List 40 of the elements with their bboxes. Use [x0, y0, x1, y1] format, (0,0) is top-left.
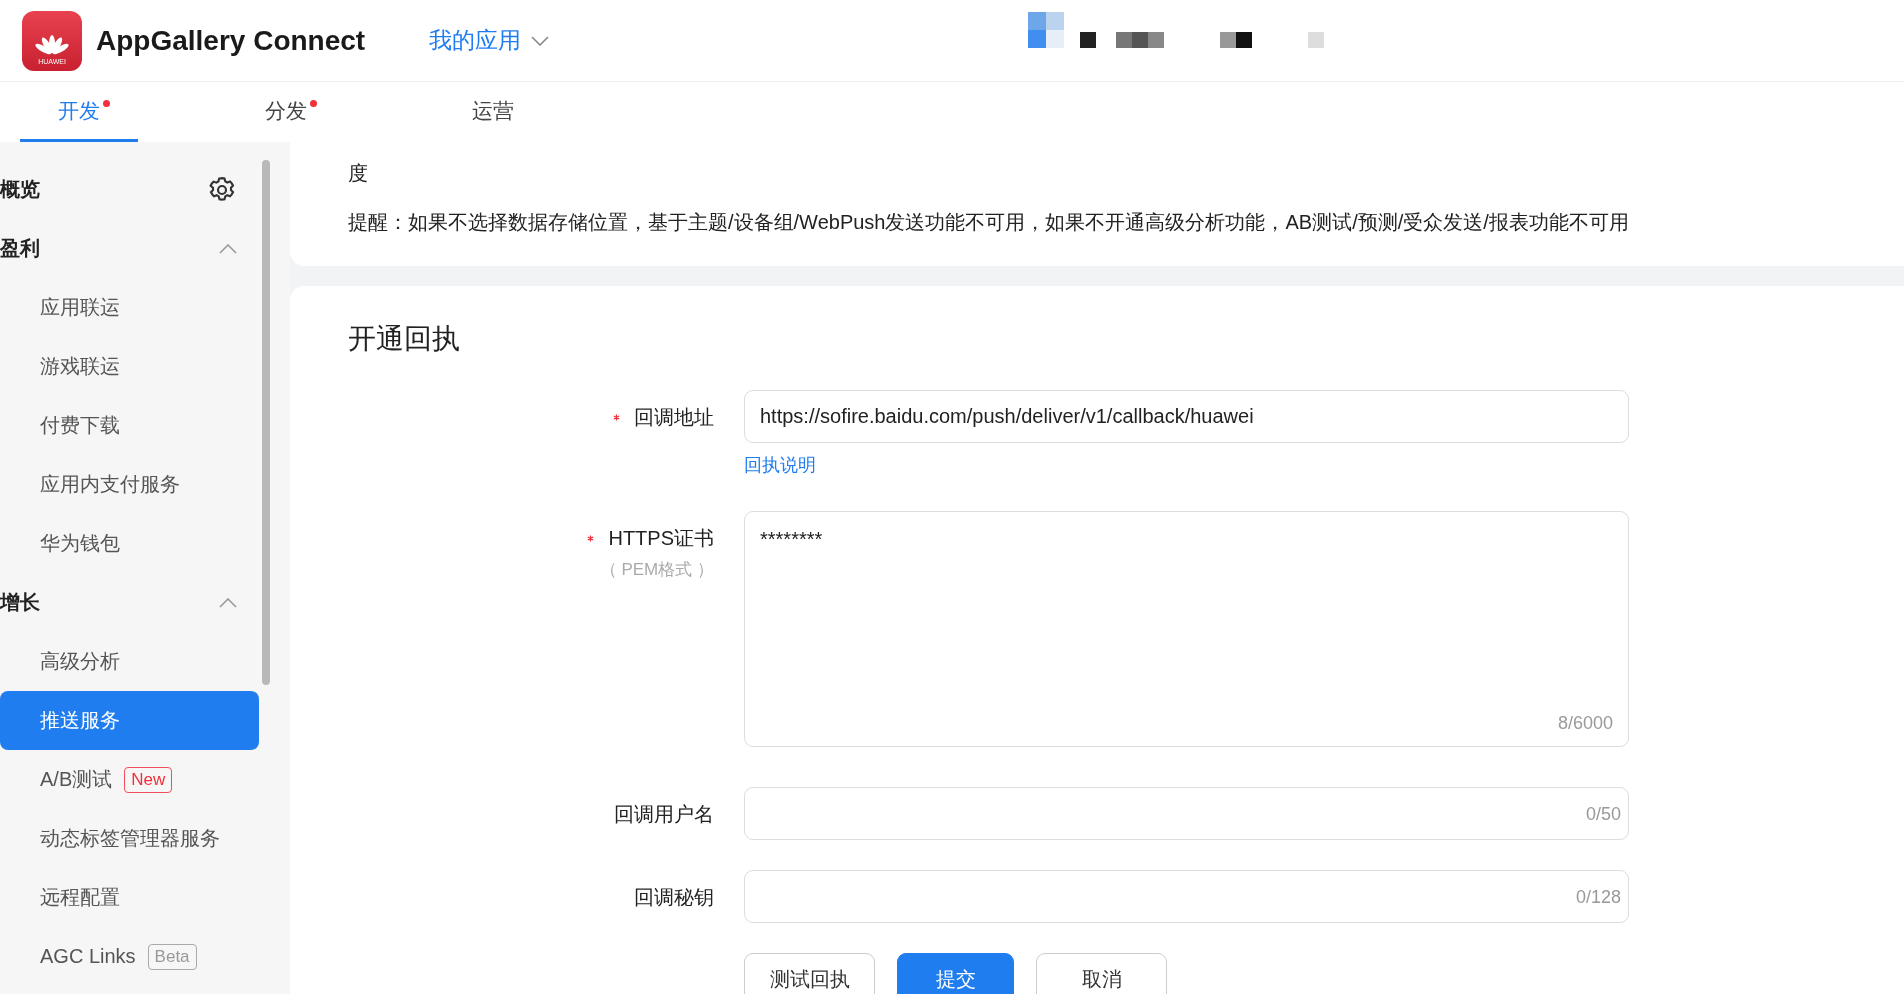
help-link[interactable]: 回执说明 — [744, 453, 816, 477]
sidebar-item[interactable]: 游戏联运 — [0, 337, 259, 396]
reminder-text: 提醒：如果不选择数据存储位置，基于主题/设备组/WebPush发送功能不可用，如果不开通高级分析功能，AB测试/预测/受众发送/报表功能不可用 — [348, 210, 1630, 235]
sidebar-item[interactable]: 应用联运 — [0, 278, 259, 337]
beta-badge: Beta — [147, 943, 197, 970]
sidebar-item[interactable]: 应用内支付服务 — [0, 455, 259, 514]
caret-icon — [531, 35, 550, 46]
sidebar-item[interactable]: 推送服务 — [0, 691, 259, 750]
sidebar-group[interactable]: 增长 — [0, 573, 259, 632]
field-label: 回调地址 — [634, 405, 714, 430]
field-label: 回调用户名 — [614, 802, 714, 827]
field-label: 回调秘钥 — [634, 885, 714, 910]
app-title: AppGallery Connect — [96, 24, 366, 57]
app-menu[interactable]: 我的应用 — [429, 25, 550, 56]
input-field[interactable]: https://sofire.baidu.com/push/deliver/v1/callback/huawei — [744, 390, 1629, 443]
sidebar-group[interactable]: 盈利 — [0, 219, 259, 278]
sidebar-item[interactable]: A/B测试 New — [0, 750, 259, 809]
sidebar-item[interactable]: 华为钱包 — [0, 514, 259, 573]
sidebar-item[interactable]: 动态标签管理器服务 — [0, 809, 259, 868]
action-button[interactable]: 测试回执 — [744, 953, 875, 994]
required-icon — [613, 414, 620, 421]
scrollbar[interactable] — [262, 160, 270, 685]
required-icon — [587, 535, 595, 542]
notice-text: 度 — [348, 161, 369, 186]
action-button[interactable]: 取消 — [1036, 953, 1167, 994]
sidebar-item[interactable]: AGC Links Beta — [0, 927, 259, 986]
field-label: HTTPS证书 — [608, 526, 714, 551]
chevron-up-icon[interactable] — [219, 243, 237, 254]
sidebar-item[interactable]: 付费下载 — [0, 396, 259, 455]
chevron-up-icon[interactable] — [219, 597, 237, 608]
nav-tab[interactable]: 分发 — [227, 82, 345, 142]
nav-tab[interactable]: 运营 — [434, 82, 552, 142]
sidebar-item[interactable]: 概览 — [0, 160, 259, 219]
text-area[interactable]: ******** 8/6000 — [744, 511, 1629, 747]
field-hint: （ PEM格式 ） — [599, 559, 714, 581]
section-title: 开通回执 — [348, 322, 461, 356]
sidebar-item[interactable]: 远程配置 — [0, 868, 259, 927]
submit-button[interactable]: 提交 — [897, 953, 1014, 994]
sidebar-item[interactable]: 高级分析 — [0, 632, 259, 691]
new-badge: New — [124, 766, 173, 793]
